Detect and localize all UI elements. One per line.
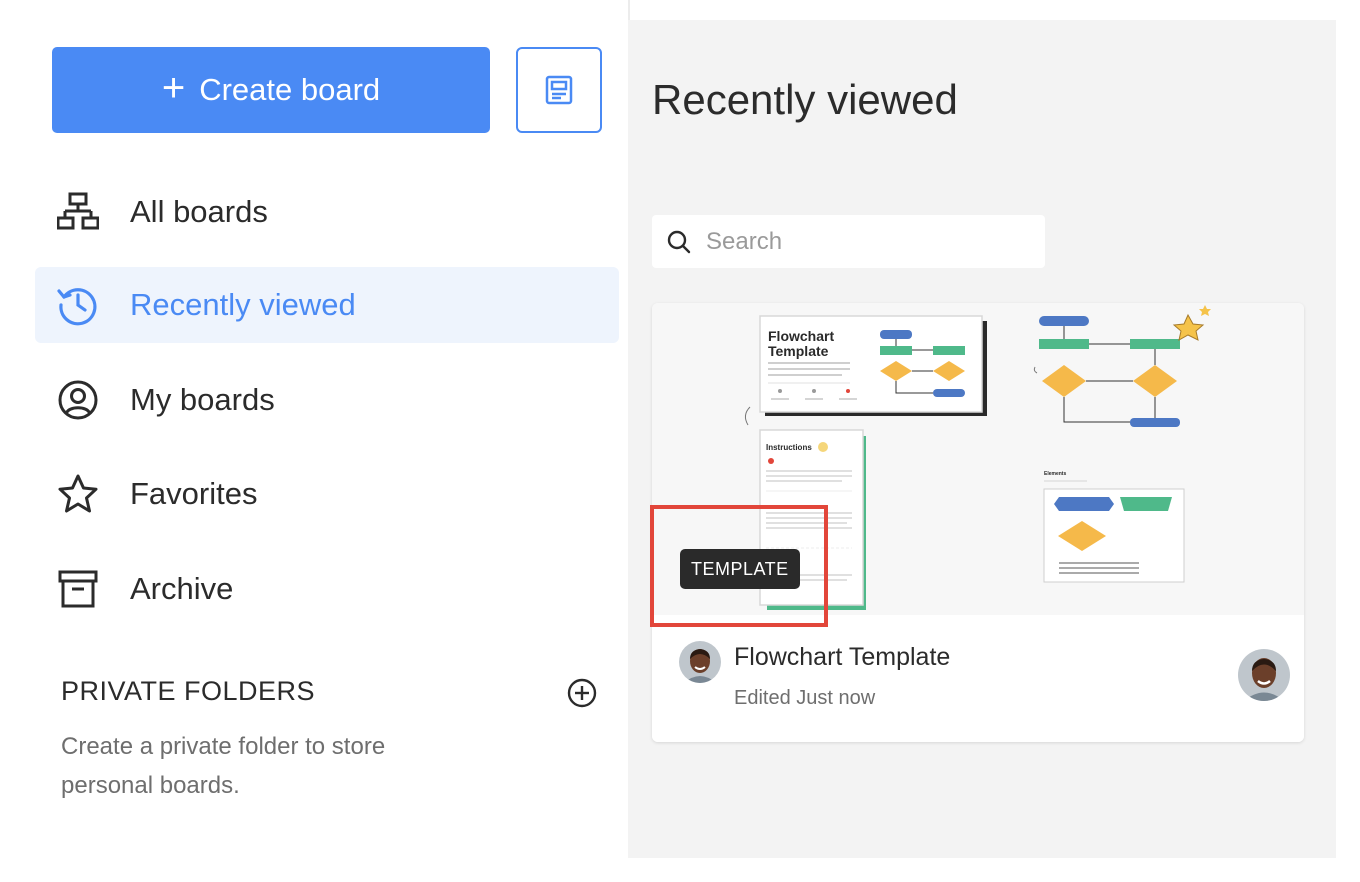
avatar (679, 641, 721, 683)
main-panel: Recently viewed FlowchartTemplate (628, 20, 1336, 858)
search-bar[interactable] (652, 215, 1045, 268)
create-board-label: Create board (199, 72, 381, 107)
owner-avatar[interactable] (1238, 649, 1290, 701)
page-title: Recently viewed (652, 76, 958, 123)
user-circle-icon (55, 377, 101, 423)
sidebar-item-label: Archive (130, 571, 234, 606)
board-card[interactable]: Flowchart Template Instructions Elements… (652, 303, 1304, 742)
history-icon (55, 282, 101, 328)
star-icon (55, 471, 101, 517)
archive-icon (55, 566, 101, 612)
sidebar-item-all-boards[interactable]: All boards (35, 174, 619, 250)
sidebar-item-favorites[interactable]: Favorites (35, 456, 619, 532)
board-name: Flowchart Template (734, 643, 951, 671)
sitemap-icon (55, 189, 101, 235)
create-board-button[interactable]: + Create board (52, 47, 490, 133)
private-folders-description: Create a private folder to store persona… (61, 733, 386, 799)
sidebar-item-label: Favorites (130, 476, 258, 511)
divider (628, 0, 630, 20)
board-edited-time: Edited Just now (734, 687, 876, 709)
sidebar-item-archive[interactable]: Archive (35, 551, 619, 627)
template-badge: TEMPLATE (680, 549, 800, 589)
add-circle-icon[interactable] (566, 677, 598, 709)
private-folders-heading: PRIVATE FOLDERS (61, 676, 316, 706)
sidebar-item-label: Recently viewed (130, 287, 356, 322)
sidebar-item-my-boards[interactable]: My boards (35, 362, 619, 438)
search-input[interactable] (706, 227, 1026, 256)
thumb-instructions-title: Instructions (766, 443, 812, 452)
board-thumbnail: Flowchart Template Instructions Elements… (652, 303, 1304, 615)
document-icon (545, 75, 573, 105)
sidebar: + Create board All boards Recently viewe… (0, 0, 628, 882)
thumb-doc-title: Flowchart Template (768, 328, 834, 359)
template-picker-button[interactable] (516, 47, 602, 133)
plus-icon: + (161, 66, 186, 110)
board-card-info: Flowchart Template Edited Just now (652, 615, 1304, 742)
search-icon (667, 230, 691, 253)
sidebar-item-recently-viewed[interactable]: Recently viewed (35, 267, 619, 343)
thumb-elements-title: Elements (1044, 471, 1066, 477)
sidebar-item-label: All boards (130, 194, 268, 229)
sidebar-item-label: My boards (130, 382, 275, 417)
